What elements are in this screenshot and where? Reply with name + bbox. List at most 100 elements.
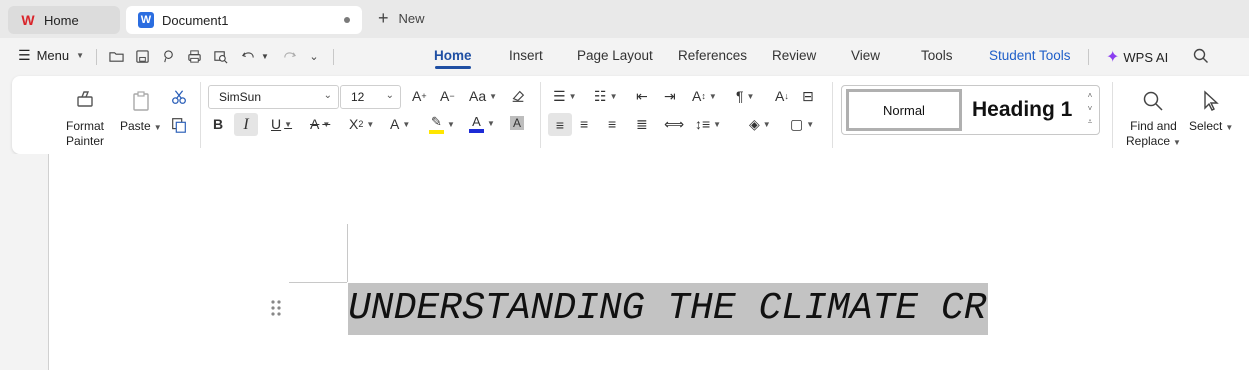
tab-references[interactable]: References xyxy=(678,48,747,63)
line-spacing-icon[interactable]: A ↕ ▼ xyxy=(692,88,717,104)
paste-button[interactable]: Paste ▼ xyxy=(120,89,162,135)
paragraph-mark-icon[interactable]: ¶ ▼ xyxy=(736,88,754,104)
superscript-icon[interactable]: X 2 ▼ xyxy=(349,116,374,132)
find-replace-line1: Find and xyxy=(1130,119,1177,133)
char-shading-icon[interactable]: A xyxy=(510,116,525,130)
search-icon[interactable] xyxy=(1192,47,1210,65)
tab-home[interactable]: W Home xyxy=(8,6,120,34)
menu-label: Menu xyxy=(36,48,70,63)
tab-insert[interactable]: Insert xyxy=(509,48,543,63)
print-icon[interactable] xyxy=(185,48,203,64)
italic-icon[interactable]: I xyxy=(234,113,258,136)
divider xyxy=(540,82,541,148)
styles-gallery: Normal Heading 1 ˄ ˅ ⩡ xyxy=(841,85,1100,135)
document-page[interactable] xyxy=(48,154,1249,370)
shrink-font-icon[interactable]: A − xyxy=(440,88,455,104)
tab-home-ribbon[interactable]: Home xyxy=(434,48,472,63)
chevron-down-icon: ⌄ xyxy=(385,90,394,101)
cursor-arrow-icon xyxy=(1204,90,1219,111)
font-size-value: 12 xyxy=(351,90,365,104)
export-pdf-icon[interactable] xyxy=(159,48,177,64)
text-effects-icon[interactable]: A ▼ xyxy=(390,116,410,132)
underline-icon[interactable]: U ▼ xyxy=(271,116,292,132)
chevron-down-icon: ▼ xyxy=(1173,138,1181,147)
align-right-icon[interactable]: ≡ xyxy=(608,116,616,132)
new-tab-label: New xyxy=(398,10,425,26)
find-replace-line2-wrap: Replace ▼ xyxy=(1126,134,1181,150)
highlight-icon[interactable]: ✎ ▼ xyxy=(429,114,455,134)
redo-icon[interactable] xyxy=(280,48,298,64)
margin-marker-horizontal xyxy=(289,282,347,283)
strikethrough-icon[interactable]: A ▼ xyxy=(310,116,330,132)
bold-icon[interactable]: B xyxy=(213,116,223,132)
chevron-down-icon: ⌄ xyxy=(323,90,332,101)
print-preview-icon[interactable] xyxy=(211,48,229,64)
wps-ai-label: WPS AI xyxy=(1123,49,1169,65)
ribbon-home: Format Painter Paste ▼ SimSun ⌄ 12 ⌄ A + A… xyxy=(12,76,1249,154)
unsaved-dot-icon[interactable] xyxy=(344,17,350,23)
tab-view[interactable]: View xyxy=(851,48,880,63)
more-chevron-icon[interactable]: ⌄ xyxy=(305,48,323,64)
clear-format-icon[interactable] xyxy=(510,88,526,104)
hamburger-icon: ☰ xyxy=(18,47,31,63)
change-case-icon[interactable]: Aa ▼ xyxy=(469,88,497,104)
divider xyxy=(1088,49,1089,65)
tab-review[interactable]: Review xyxy=(772,48,816,63)
copy-icon[interactable] xyxy=(169,115,189,135)
select-label: Select xyxy=(1189,119,1223,133)
chevron-down-icon[interactable]: ˅ xyxy=(1088,102,1093,115)
chevron-down-icon: ▼ xyxy=(153,123,162,132)
font-name-select[interactable]: SimSun ⌄ xyxy=(208,85,339,109)
gallery-scroll[interactable]: ˄ ˅ ⩡ xyxy=(1085,89,1095,128)
tab-document[interactable]: W Document1 xyxy=(126,6,362,34)
margin-marker-vertical xyxy=(347,224,348,282)
save-icon[interactable] xyxy=(133,48,151,64)
shading-icon[interactable]: ◈ ▼ xyxy=(749,116,771,133)
find-replace-line2: Replace xyxy=(1126,134,1171,148)
format-painter-button[interactable]: Format Painter xyxy=(66,89,104,149)
sparkle-icon: ✦ xyxy=(1106,49,1120,66)
drag-handle-icon[interactable] xyxy=(270,299,282,317)
tab-tools[interactable]: Tools xyxy=(921,48,953,63)
chevron-up-icon[interactable]: ˄ xyxy=(1088,89,1093,102)
align-center-icon[interactable]: ≡ xyxy=(580,116,588,132)
justify-icon[interactable]: ≣ xyxy=(636,116,648,133)
divider xyxy=(1112,82,1113,148)
spacing-icon[interactable]: ↕≡ ▼ xyxy=(695,116,721,132)
font-size-select[interactable]: 12 ⌄ xyxy=(340,85,401,109)
align-left-icon[interactable]: ≡ xyxy=(548,113,572,136)
tab-bar: W Home W Document1 + New xyxy=(0,0,1249,38)
find-replace-button[interactable]: Find and Replace ▼ xyxy=(1126,89,1181,150)
divider xyxy=(96,49,97,65)
new-tab-button[interactable]: + New xyxy=(378,8,425,28)
grow-font-icon[interactable]: A + xyxy=(412,88,427,104)
bullets-icon[interactable]: ☰ ▼ xyxy=(553,88,576,105)
style-normal-button[interactable]: Normal xyxy=(846,89,962,131)
style-heading1-button[interactable]: Heading 1 xyxy=(972,98,1072,122)
format-painter-icon xyxy=(77,91,93,107)
open-folder-icon[interactable] xyxy=(107,48,125,64)
tab-page-layout[interactable]: Page Layout xyxy=(577,48,653,63)
expand-icon[interactable]: ⩡ xyxy=(1088,115,1093,128)
font-color-icon[interactable]: A ▼ xyxy=(469,114,495,133)
format-painter-line1: Format xyxy=(66,119,105,133)
magnifier-icon xyxy=(1144,91,1163,111)
document-heading[interactable]: UNDERSTANDING THE CLIMATE CRISIS xyxy=(348,283,988,335)
paste-icon xyxy=(133,91,149,111)
decrease-indent-icon[interactable]: ⇤ xyxy=(636,88,648,105)
tab-student-tools[interactable]: Student Tools xyxy=(989,48,1071,63)
chevron-down-icon: ▼ xyxy=(76,51,85,60)
table-borders-icon[interactable]: ⊟ xyxy=(802,88,814,105)
increase-indent-icon[interactable]: ⇥ xyxy=(664,88,676,105)
undo-chevron-icon[interactable]: ▼ xyxy=(256,48,274,64)
menu-button[interactable]: ☰ Menu ▼ xyxy=(18,47,84,64)
wps-ai-button[interactable]: ✦ WPS AI xyxy=(1106,47,1168,67)
select-button[interactable]: Select ▼ xyxy=(1189,89,1233,135)
plus-icon: + xyxy=(378,8,389,28)
borders-icon[interactable]: ▢ ▼ xyxy=(790,116,814,133)
numbering-icon[interactable]: ☷ ▼ xyxy=(594,88,617,105)
sort-icon[interactable]: A ↓ xyxy=(775,88,789,104)
distributed-icon[interactable]: ⟺ xyxy=(664,116,684,133)
cut-icon[interactable] xyxy=(169,87,189,107)
undo-icon[interactable] xyxy=(239,48,257,64)
